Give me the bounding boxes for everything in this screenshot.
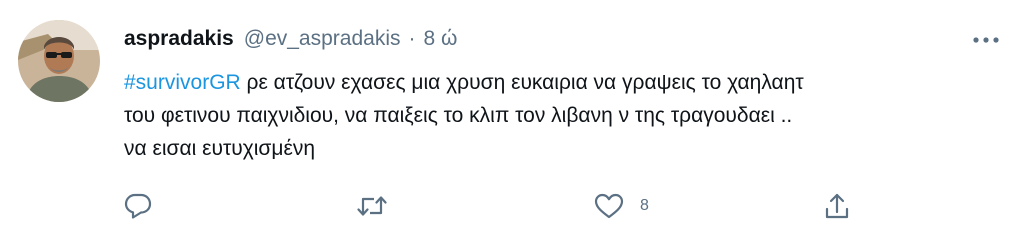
tweet-text-line: του φετινου παιχνιδιου, να παιξεις το κλ… (124, 104, 793, 127)
share-icon (825, 193, 849, 219)
like-count: 8 (640, 197, 649, 214)
tweet-card[interactable]: aspradakis @ev_aspradakis · 8 ώ #survivo… (0, 0, 1024, 242)
tweet-header: aspradakis @ev_aspradakis · 8 ώ (124, 24, 457, 54)
more-horizontal-icon (973, 37, 999, 43)
user-handle[interactable]: @ev_aspradakis (244, 27, 401, 51)
reply-icon (124, 193, 152, 219)
separator-dot: · (408, 27, 416, 50)
share-button[interactable] (824, 186, 850, 226)
tweet-actions: 8 (124, 186, 864, 226)
like-button[interactable]: 8 (594, 186, 649, 226)
hashtag-link[interactable]: #survivorGR (124, 71, 241, 94)
display-name[interactable]: aspradakis (124, 27, 234, 51)
retweet-icon (357, 196, 387, 216)
tweet-text-line: #survivorGR ρε ατζουν εχασες μια χρυση ε… (124, 66, 1004, 99)
reply-button[interactable] (124, 186, 152, 226)
tweet-text: #survivorGR ρε ατζουν εχασες μια χρυση ε… (124, 66, 1004, 165)
more-options-button[interactable] (970, 28, 1002, 52)
heart-icon (594, 193, 624, 219)
tweet-text-segment: ρε ατζουν εχασες μια χρυση ευκαιρια να γ… (240, 71, 804, 94)
retweet-button[interactable] (356, 186, 388, 226)
timestamp[interactable]: 8 ώ (423, 27, 457, 51)
avatar[interactable] (18, 20, 100, 102)
avatar-image (18, 20, 100, 102)
tweet-text-line: να εισαι ευτυχισμένη (124, 137, 316, 160)
